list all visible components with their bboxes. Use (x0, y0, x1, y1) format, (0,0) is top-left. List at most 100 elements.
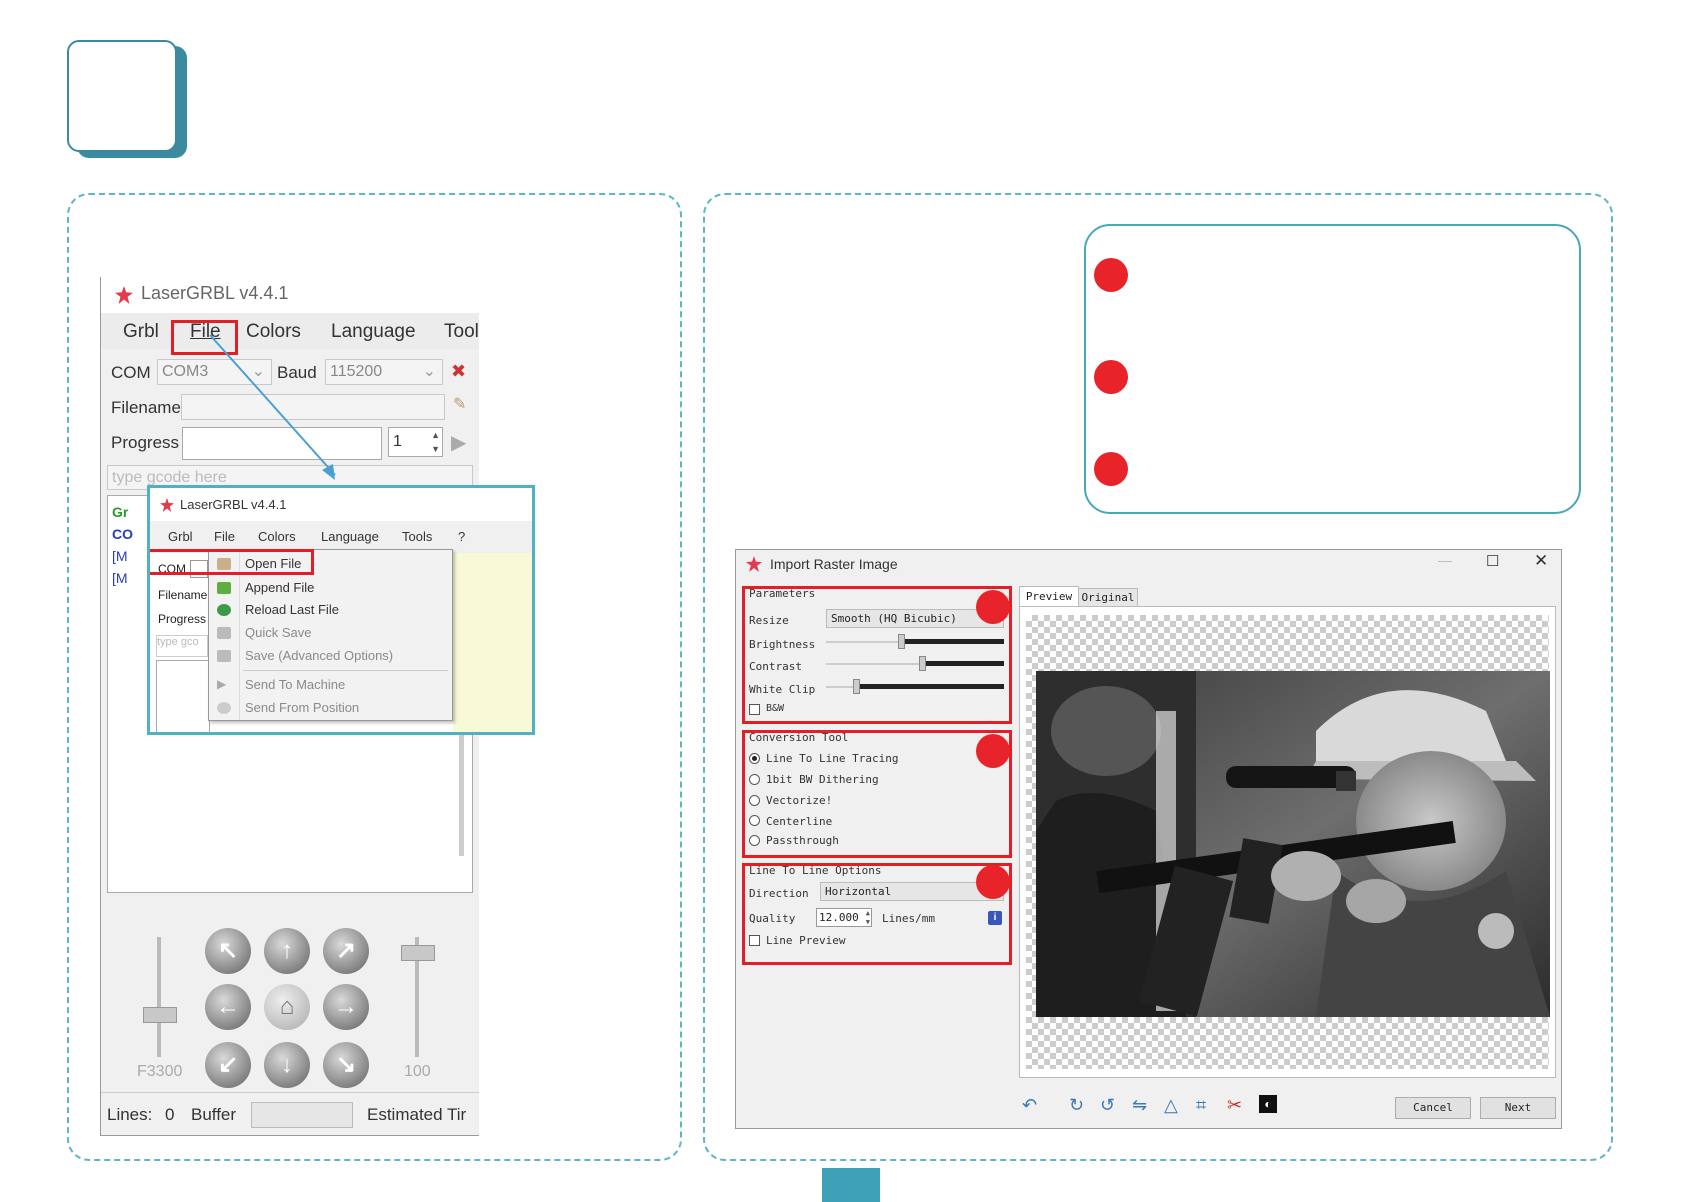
append-file-icon (217, 582, 231, 594)
jog-up-right-button[interactable]: ↗ (323, 928, 369, 974)
speed-label: F3300 (137, 1063, 183, 1080)
brightness-thumb[interactable] (898, 634, 905, 649)
popup-menu-file[interactable]: File (214, 529, 235, 544)
stepper-arrows-icon: ▲ ▼ (865, 909, 870, 926)
menu-quick-save[interactable]: Quick Save (245, 625, 311, 640)
jog-down-button[interactable]: ↓ (264, 1042, 310, 1088)
tip-dot-1 (1094, 258, 1128, 292)
contrast-slider[interactable] (826, 656, 1004, 672)
menu-send-from-position[interactable]: Send From Position (245, 700, 359, 715)
log-line-3: [M (112, 548, 128, 564)
tip-dot-2 (1094, 360, 1128, 394)
crop-icon[interactable]: ⌗ (1196, 1095, 1206, 1116)
rotate-ccw-icon[interactable]: ↺ (1100, 1095, 1115, 1116)
popup-menu-grbl[interactable]: Grbl (168, 529, 193, 544)
flip-horizontal-icon[interactable]: ⇋ (1132, 1095, 1147, 1116)
send-icon: ▶ (217, 677, 227, 691)
lines-label: Lines: (107, 1105, 153, 1124)
jog-up-left-button[interactable]: ↖ (205, 928, 251, 974)
popup-menu-help[interactable]: ? (458, 529, 465, 544)
option-passthrough: Passthrough (766, 834, 839, 847)
jog-left-button[interactable]: ← (205, 984, 251, 1030)
step-label: 100 (404, 1063, 431, 1080)
log-line-1: Gr (112, 504, 129, 520)
filename-label: Filename (111, 398, 181, 417)
file-menu-popup: LaserGRBL v4.4.1 Grbl File Colors Langua… (147, 485, 535, 735)
radio-line-to-line[interactable] (749, 753, 760, 764)
cancel-button[interactable]: Cancel (1395, 1097, 1471, 1119)
menu-save-advanced[interactable]: Save (Advanced Options) (245, 648, 393, 663)
log-line-4: [M (112, 570, 128, 586)
brightness-slider[interactable] (826, 634, 1004, 650)
invert-icon[interactable]: ◐ (1259, 1095, 1277, 1113)
rotate-cw-icon[interactable]: ↻ (1069, 1095, 1084, 1116)
radio-passthrough[interactable] (749, 835, 760, 846)
popup-menu-tools[interactable]: Tools (402, 529, 432, 544)
status-bar: Lines: 0 Buffer Estimated Tir (101, 1092, 479, 1135)
pointer-arrow (209, 334, 336, 480)
stepper-arrows-icon: ▲ ▼ (431, 430, 440, 454)
quality-value: 12.000 (819, 911, 859, 924)
quality-unit: Lines/mm (882, 912, 935, 925)
progress-stepper[interactable]: 1 ▲ ▼ (388, 427, 443, 457)
home-button[interactable]: ⌂ (264, 984, 310, 1030)
open-file-icon[interactable]: ✎ (453, 394, 473, 416)
buffer-label: Buffer (191, 1105, 237, 1124)
connect-icon[interactable]: ✖ (451, 361, 473, 383)
contrast-thumb[interactable] (919, 656, 926, 671)
page-number-tab (822, 1168, 880, 1202)
jog-down-right-button[interactable]: ↘ (323, 1042, 369, 1088)
marker-dot-3 (976, 865, 1010, 899)
option-centerline: Centerline (766, 815, 833, 828)
radio-centerline[interactable] (749, 815, 760, 826)
bw-label: B&W (766, 703, 785, 714)
send-from-position-icon (217, 702, 231, 714)
whiteclip-track (856, 684, 1004, 689)
popup-progress-label: Progress (158, 612, 207, 626)
menu-grbl[interactable]: Grbl (123, 321, 159, 343)
rotate-icon[interactable]: ↶ (1022, 1095, 1037, 1116)
whiteclip-slider[interactable] (826, 679, 1004, 695)
whiteclip-thumb[interactable] (853, 679, 860, 694)
radio-dithering[interactable] (749, 774, 760, 785)
lasergrbl-logo-icon (160, 498, 174, 512)
lines-value: 0 (165, 1105, 175, 1124)
whiteclip-label: White Clip (749, 683, 816, 696)
minimize-button[interactable]: — (1438, 552, 1452, 568)
line-preview-checkbox[interactable] (749, 935, 760, 946)
run-icon[interactable]: ▶ (451, 430, 466, 455)
popup-menu-colors[interactable]: Colors (258, 529, 296, 544)
quality-label: Quality (749, 912, 796, 925)
brightness-label: Brightness (749, 638, 816, 651)
dropdown-gutter (239, 550, 240, 720)
contrast-track (922, 661, 1004, 666)
lasergrbl-logo-icon (746, 556, 762, 572)
speed-slider-thumb[interactable] (143, 1007, 177, 1023)
jog-up-button[interactable]: ↑ (264, 928, 310, 974)
autotrim-icon[interactable]: ✂ (1227, 1095, 1242, 1116)
menu-send-to-machine[interactable]: Send To Machine (245, 677, 345, 692)
lasergrbl-logo-icon (115, 286, 133, 304)
flip-vertical-icon[interactable]: △ (1164, 1095, 1178, 1116)
bw-checkbox[interactable] (749, 704, 760, 715)
tab-original[interactable]: Original (1078, 588, 1138, 608)
popup-menu-language[interactable]: Language (321, 529, 379, 544)
step-slider-thumb[interactable] (401, 945, 435, 961)
menu-append-file[interactable]: Append File (245, 580, 314, 595)
jog-right-button[interactable]: → (323, 984, 369, 1030)
save-icon (217, 627, 231, 639)
maximize-button[interactable]: ☐ (1486, 552, 1499, 570)
tab-preview[interactable]: Preview (1019, 586, 1079, 607)
marker-dot-2 (976, 734, 1010, 768)
quality-stepper[interactable]: 12.000 ▲ ▼ (816, 908, 872, 927)
speed-slider[interactable] (157, 937, 161, 1057)
close-icon[interactable]: ✕ (1534, 551, 1548, 571)
menu-reload-last-file[interactable]: Reload Last File (245, 602, 339, 617)
menu-tools[interactable]: Tool (444, 321, 479, 343)
radio-vectorize[interactable] (749, 795, 760, 806)
jog-down-left-button[interactable]: ↙ (205, 1042, 251, 1088)
open-file-highlight (150, 549, 314, 575)
info-icon[interactable]: i (988, 911, 1002, 925)
popup-gcode-input[interactable]: type gco (156, 635, 208, 657)
next-button[interactable]: Next (1480, 1097, 1556, 1119)
